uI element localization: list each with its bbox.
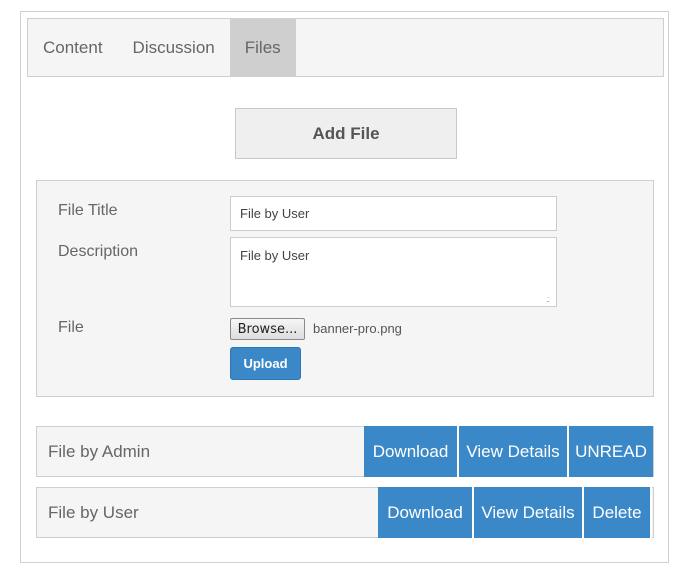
files-panel: Content Discussion Files Add File File T… (20, 11, 669, 563)
tab-bar: Content Discussion Files (27, 18, 664, 77)
file-row: File by User Download View Details Delet… (36, 487, 654, 538)
file-title-label: File Title (58, 202, 118, 219)
resize-grip-icon[interactable]: .: (546, 295, 550, 304)
download-button[interactable]: Download (378, 487, 474, 538)
file-row-title: File by Admin (48, 442, 151, 461)
file-row: File by Admin Download View Details UNRE… (36, 426, 654, 477)
file-row-title: File by User (48, 503, 139, 522)
file-label: File (58, 319, 84, 336)
download-button[interactable]: Download (364, 426, 459, 477)
file-title-input[interactable] (230, 196, 557, 231)
view-details-button[interactable]: View Details (459, 426, 569, 477)
upload-button[interactable]: Upload (230, 347, 301, 380)
selected-file-name: banner-pro.png (313, 321, 402, 336)
browse-button[interactable]: Browse... (230, 318, 305, 340)
description-label: Description (58, 243, 139, 260)
tab-files[interactable]: Files (229, 19, 296, 76)
description-textarea[interactable]: File by User (230, 237, 557, 307)
file-row-actions: Download View Details Delete (378, 487, 652, 538)
add-file-button[interactable]: Add File (235, 108, 457, 159)
tab-discussion[interactable]: Discussion (118, 19, 230, 76)
delete-button[interactable]: Delete (584, 487, 652, 538)
file-row-actions: Download View Details UNREAD (364, 426, 653, 477)
unread-button[interactable]: UNREAD (569, 426, 653, 477)
tab-content[interactable]: Content (28, 19, 118, 76)
view-details-button[interactable]: View Details (474, 487, 584, 538)
add-file-form: File Title Description File by User .: F… (36, 180, 654, 397)
